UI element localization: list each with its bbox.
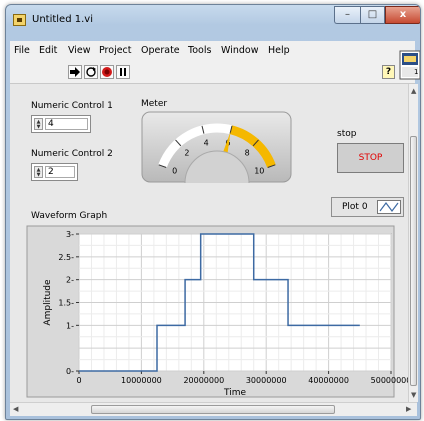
front-panel: Numeric Control 1 ▲ ▼ 4 Numeric Control … <box>10 84 408 402</box>
maximize-button[interactable]: □ <box>360 6 385 24</box>
stop-button-text: STOP <box>358 153 383 163</box>
close-icon: x <box>399 9 407 20</box>
y-axis-label: Amplitude <box>43 279 53 326</box>
abort-button[interactable] <box>100 65 114 79</box>
numeric-control-1[interactable]: ▲ ▼ 4 <box>31 115 91 133</box>
y-tick-label: 1.5- <box>58 299 74 308</box>
stop-button[interactable]: STOP <box>337 143 404 173</box>
pause-button[interactable] <box>116 65 130 79</box>
menu-window[interactable]: Window <box>221 45 258 56</box>
scroll-up-icon[interactable]: ▲ <box>411 87 416 95</box>
meter-tick-label: 2 <box>184 149 189 158</box>
numeric-1-spinner[interactable]: ▲ ▼ <box>34 118 43 130</box>
menu-bar: File Edit View Project Operate Tools Win… <box>10 41 415 61</box>
meter-tick-label: 0 <box>172 167 177 176</box>
menu-tools[interactable]: Tools <box>188 45 211 56</box>
numeric-control-2-label: Numeric Control 2 <box>31 149 113 159</box>
menu-view[interactable]: View <box>68 45 91 56</box>
meter-tick-label: 10 <box>254 167 264 176</box>
run-continuously-icon <box>86 67 96 77</box>
y-tick-label: 3- <box>66 230 74 239</box>
decrement-icon[interactable]: ▼ <box>35 125 42 130</box>
scroll-right-icon[interactable]: ▶ <box>406 405 411 413</box>
close-button[interactable]: x <box>385 6 420 24</box>
numeric-2-spinner[interactable]: ▲ ▼ <box>34 166 43 178</box>
horizontal-scroll-thumb[interactable] <box>91 405 335 414</box>
numeric-control-1-value[interactable]: 4 <box>45 118 88 130</box>
x-tick-label: 20000000 <box>183 376 224 385</box>
labview-window: Untitled 1.vi – □ x File Edit View Proje… <box>5 4 421 420</box>
title-bar[interactable]: Untitled 1.vi – □ x <box>6 5 420 35</box>
maximize-icon: □ <box>367 9 378 20</box>
menu-edit[interactable]: Edit <box>39 45 57 56</box>
x-tick-label: 10000000 <box>121 376 162 385</box>
vertical-scroll-thumb[interactable] <box>410 136 417 386</box>
meter-tick-label: 4 <box>204 138 209 147</box>
scroll-down-icon[interactable]: ▼ <box>411 391 416 399</box>
pause-icon <box>120 68 126 76</box>
minimize-icon: – <box>345 9 350 20</box>
x-tick-label: 40000000 <box>308 376 349 385</box>
x-tick-label: 50000000 <box>371 376 408 385</box>
toolbar: ? 1 <box>10 50 420 84</box>
abort-stop-icon <box>102 67 112 77</box>
menu-help[interactable]: Help <box>268 45 290 56</box>
menu-file[interactable]: File <box>14 45 30 56</box>
plot-legend[interactable]: Plot 0 <box>331 197 404 217</box>
meter-tick-label: 8 <box>245 149 250 158</box>
minimize-button[interactable]: – <box>334 6 360 24</box>
y-tick-label: 2.5- <box>58 253 74 262</box>
stop-label: stop <box>337 129 357 139</box>
menu-operate[interactable]: Operate <box>141 45 180 56</box>
y-tick-label: 1- <box>66 321 74 330</box>
menu-project[interactable]: Project <box>99 45 132 56</box>
plot-line-style-icon <box>377 200 401 214</box>
run-continuously-button[interactable] <box>84 65 98 79</box>
window-title: Untitled 1.vi <box>32 14 93 25</box>
run-arrow-icon <box>70 67 80 77</box>
graph-label: Waveform Graph <box>31 211 108 221</box>
run-button[interactable] <box>68 65 82 79</box>
context-help-button[interactable]: ? <box>382 65 395 79</box>
vi-icon[interactable]: 1 <box>399 50 420 80</box>
scroll-left-icon[interactable]: ◀ <box>13 405 18 413</box>
y-tick-label: 0- <box>66 367 74 376</box>
x-axis-label: Time <box>223 388 246 398</box>
waveform-graph[interactable]: 0 10000000 20000000 30000000 40000000 5000000… <box>10 224 408 399</box>
numeric-control-1-label: Numeric Control 1 <box>31 101 113 111</box>
meter-gauge[interactable]: 0246810 <box>141 111 292 183</box>
vertical-scrollbar[interactable]: ▲ ▼ <box>408 84 418 402</box>
y-tick-label: 2- <box>66 276 74 285</box>
decrement-icon[interactable]: ▼ <box>35 173 42 178</box>
vi-icon-label: 1 <box>414 68 419 76</box>
numeric-control-2[interactable]: ▲ ▼ 2 <box>31 163 78 181</box>
labview-app-icon <box>13 14 26 26</box>
x-tick-label: 30000000 <box>246 376 287 385</box>
horizontal-scrollbar[interactable]: ◀ ▶ <box>10 402 417 416</box>
x-tick-label: 0 <box>76 376 81 385</box>
numeric-control-2-value[interactable]: 2 <box>45 166 75 178</box>
plot-legend-label: Plot 0 <box>342 202 368 212</box>
meter-label: Meter <box>141 99 168 109</box>
